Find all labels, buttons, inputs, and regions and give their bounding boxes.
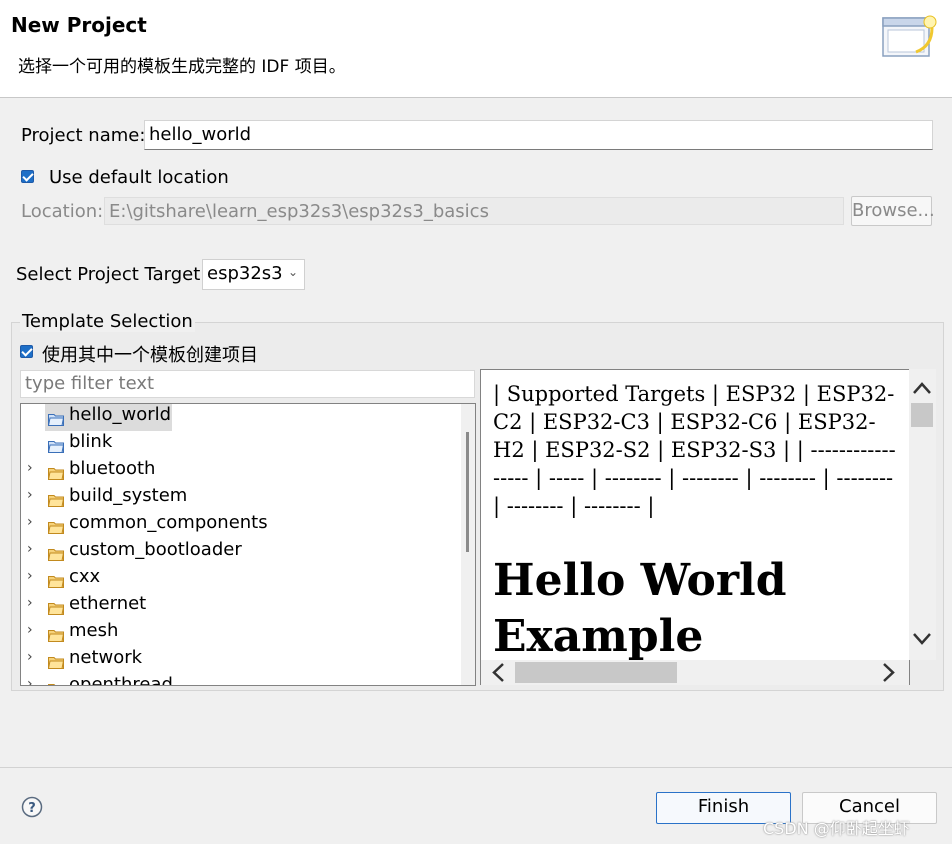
use-default-location-checkbox[interactable] [21,170,34,183]
scroll-up-icon[interactable] [911,373,933,403]
footer-separator [0,767,952,768]
readme-targets-table: | Supported Targets | ESP32 | ESP32-C2 |… [493,382,896,518]
template-tree-item[interactable]: › common_components [21,512,461,539]
dialog-title: New Project [11,13,147,37]
use-default-location-label: Use default location [49,167,229,188]
preview-vertical-scrollbar[interactable] [909,369,936,660]
chevron-right-icon[interactable]: › [27,622,33,638]
template-tree-item[interactable]: › ethernet [21,593,461,620]
tree-scrollbar[interactable] [461,404,475,685]
template-tree[interactable]: hello_world blink › bluetooth › build_system ›… [20,403,476,686]
chevron-right-icon[interactable]: › [27,595,33,611]
chevron-right-icon[interactable]: › [27,460,33,476]
location-input[interactable]: E:\gitshare\learn_esp32s3\esp32s3_basics [104,197,844,225]
preview-horizontal-thumb[interactable] [515,662,677,683]
dialog-description: 选择一个可用的模板生成完整的 IDF 项目。 [18,57,346,77]
chevron-right-icon[interactable]: › [27,541,33,557]
scroll-right-icon[interactable] [874,660,904,685]
folder-icon [47,491,65,507]
template-name: cxx [69,566,101,587]
location-label: Location: [21,201,104,222]
project-name-input[interactable]: hello_world [144,120,933,150]
folder-icon [47,572,65,588]
chevron-right-icon[interactable]: › [27,487,33,503]
project-name-label: Project name: [21,125,146,146]
project-target-label: Select Project Target: [16,264,207,285]
template-name: openthread [69,674,173,686]
template-name: custom_bootloader [69,539,242,560]
folder-icon [47,464,65,480]
chevron-right-icon[interactable]: › [27,676,33,685]
use-template-checkbox[interactable] [20,345,33,358]
folder-icon [47,626,65,642]
svg-text:?: ? [28,801,36,816]
tree-scrollbar-thumb[interactable] [466,432,469,552]
template-tree-item[interactable]: › openthread [21,674,461,686]
template-name: network [69,647,143,668]
template-filter-input[interactable]: type filter text [20,370,475,398]
template-tree-item[interactable]: › bluetooth [21,458,461,485]
project-target-value: esp32s3 [207,263,283,284]
template-tree-item[interactable]: › mesh [21,620,461,647]
template-readme-preview: | Supported Targets | ESP32 | ESP32-C2 |… [480,369,910,685]
template-tree-item[interactable]: › custom_bootloader [21,539,461,566]
template-selection-title: Template Selection [20,311,195,332]
folder-icon [47,410,65,426]
template-name: ethernet [69,593,147,614]
chevron-right-icon[interactable]: › [27,514,33,530]
template-name: hello_world [69,404,172,425]
template-name: mesh [69,620,119,641]
readme-heading: Hello World Example [493,555,787,662]
template-tree-item[interactable]: hello_world [21,404,461,431]
chevron-right-icon[interactable]: › [27,568,33,584]
preview-vertical-thumb[interactable] [911,403,933,427]
folder-icon [48,680,64,685]
new-project-wizard-icon [882,15,937,57]
help-icon[interactable]: ? [21,796,43,818]
folder-icon [47,545,65,561]
template-name: build_system [69,485,188,506]
use-template-label: 使用其中一个模板创建项目 [42,345,258,366]
folder-icon [47,518,65,534]
chevron-down-icon: ⌄ [287,265,298,279]
preview-horizontal-scrollbar[interactable] [481,660,909,685]
scroll-left-icon[interactable] [483,660,513,685]
scroll-down-icon[interactable] [911,624,933,654]
chevron-right-icon[interactable]: › [27,649,33,665]
watermark: CSDN @仰卧起坐虾 [763,819,910,838]
folder-icon [47,437,65,453]
template-tree-item[interactable]: › network [21,647,461,674]
browse-button[interactable]: Browse... [851,196,935,226]
template-name: blink [69,431,113,452]
project-target-select[interactable]: esp32s3 ⌄ [202,259,305,290]
folder-icon [47,653,65,669]
template-name: bluetooth [69,458,156,479]
template-tree-item[interactable]: › cxx [21,566,461,593]
folder-icon [47,599,65,615]
template-name: common_components [69,512,268,533]
dialog-header: New Project 选择一个可用的模板生成完整的 IDF 项目。 [0,0,952,98]
template-tree-item[interactable]: blink [21,431,461,458]
template-tree-item[interactable]: › build_system [21,485,461,512]
